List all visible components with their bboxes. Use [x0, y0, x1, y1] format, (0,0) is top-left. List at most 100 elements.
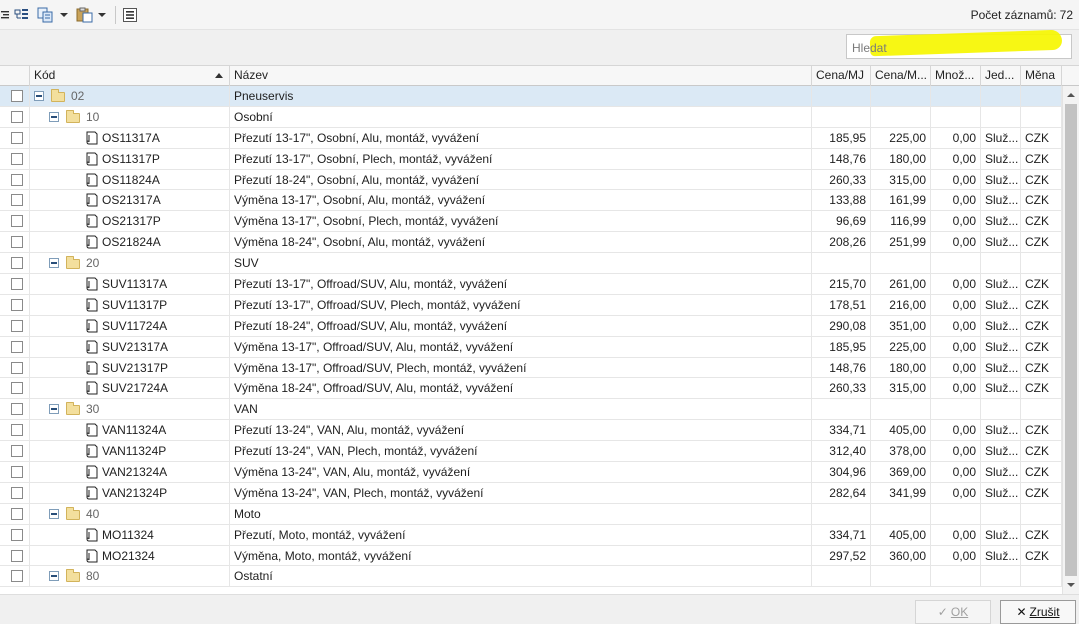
table-row[interactable]: VAN11324P Přezutí 13-24", VAN, Plech, mon… — [0, 441, 1062, 463]
table-row[interactable]: SUV11724A Přezutí 18-24", Offroad/SUV, Al… — [0, 315, 1062, 337]
tree-group-row[interactable]: 30 VAN — [0, 399, 1062, 421]
tree-view-icon[interactable] — [14, 6, 32, 24]
collapse-icon[interactable] — [49, 258, 59, 269]
scrollbar-thumb[interactable] — [1065, 104, 1077, 576]
cell-currency: CZK — [1021, 211, 1062, 232]
cell-checkbox — [0, 399, 30, 420]
cell-price-vat: 180,00 — [871, 357, 931, 378]
table-row[interactable]: VAN21324A Výměna 13-24", VAN, Alu, montáž… — [0, 462, 1062, 483]
tree-group-row[interactable]: 02 Pneuservis — [0, 86, 1062, 107]
row-checkbox[interactable] — [11, 340, 23, 353]
paste-dropdown-chevron-down-icon[interactable] — [98, 6, 108, 24]
cell-price-vat: 251,99 — [871, 232, 931, 253]
folder-icon — [66, 109, 80, 123]
table-row[interactable]: SUV11317P Přezutí 13-17", Offroad/SUV, Pl… — [0, 294, 1062, 316]
columns-menu-icon[interactable] — [123, 6, 139, 24]
row-checkbox[interactable] — [11, 445, 23, 458]
cancel-button[interactable]: ✕ Zrušit — [1000, 600, 1076, 624]
header-code[interactable]: Kód — [30, 66, 230, 86]
header-currency[interactable]: Měna — [1021, 66, 1062, 86]
cell-price: 297,52 — [812, 545, 871, 566]
paste-icon[interactable] — [76, 6, 98, 24]
cell-code: SUV21317A — [30, 336, 230, 357]
table-row[interactable]: OS11317A Přezutí 13-17", Osobní, Alu, mon… — [0, 127, 1062, 149]
table-row[interactable]: MO21324 Výměna, Moto, montáž, vyvážení 297… — [0, 545, 1062, 567]
search-input[interactable] — [846, 34, 1072, 59]
ok-button[interactable]: ✓ OK — [915, 600, 991, 624]
cell-name: Výměna 13-17", Offroad/SUV, Plech, montá… — [230, 357, 812, 378]
cell-name: Přezutí 13-24", VAN, Plech, montáž, vyvá… — [230, 441, 812, 462]
scroll-up-arrow-icon[interactable] — [1065, 88, 1077, 102]
collapse-icon[interactable] — [49, 111, 59, 122]
row-checkbox[interactable] — [11, 528, 23, 541]
header-name[interactable]: Název — [230, 66, 812, 86]
tree-group-row[interactable]: 80 Ostatní — [0, 566, 1062, 588]
table-row[interactable]: OS21317P Výměna 13-17", Osobní, Plech, mo… — [0, 211, 1062, 233]
collapse-icon[interactable] — [49, 404, 59, 415]
row-checkbox[interactable] — [11, 194, 23, 207]
row-checkbox[interactable] — [11, 257, 23, 270]
table-row[interactable]: OS21824A Výměna 18-24", Osobní, Alu, mont… — [0, 232, 1062, 254]
copy-icon[interactable] — [37, 6, 59, 24]
table-row[interactable]: VAN11324A Přezutí 13-24", VAN, Alu, montá… — [0, 420, 1062, 442]
row-checkbox[interactable] — [11, 486, 23, 499]
row-checkbox[interactable] — [11, 298, 23, 311]
vertical-scrollbar[interactable] — [1062, 86, 1079, 594]
row-checkbox[interactable] — [11, 215, 23, 228]
list-view-icon[interactable] — [0, 6, 12, 24]
tree-group-row[interactable]: 20 SUV — [0, 253, 1062, 275]
item-code: VAN11324A — [102, 423, 167, 438]
row-checkbox[interactable] — [11, 507, 23, 520]
table-row[interactable]: OS21317A Výměna 13-17", Osobní, Alu, mont… — [0, 190, 1062, 212]
cell-unit: Služ... — [981, 524, 1021, 545]
cell-currency — [1021, 399, 1062, 420]
row-checkbox[interactable] — [11, 382, 23, 395]
copy-dropdown-chevron-down-icon[interactable] — [60, 6, 70, 24]
group-code: 20 — [86, 256, 100, 271]
table-row[interactable]: SUV21317P Výměna 13-17", Offroad/SUV, Ple… — [0, 357, 1062, 379]
item-code: OS21824A — [102, 235, 161, 250]
row-checkbox[interactable] — [11, 110, 23, 123]
header-quantity[interactable]: Množ... — [931, 66, 981, 86]
row-checkbox[interactable] — [11, 152, 23, 165]
header-price-per-unit[interactable]: Cena/MJ — [812, 66, 871, 86]
row-checkbox[interactable] — [11, 173, 23, 186]
row-checkbox[interactable] — [11, 466, 23, 479]
collapse-icon[interactable] — [49, 571, 59, 582]
cell-currency: CZK — [1021, 148, 1062, 169]
row-checkbox[interactable] — [11, 549, 23, 562]
table-row[interactable]: VAN21324P Výměna 13-24", VAN, Plech, mont… — [0, 482, 1062, 504]
collapse-icon[interactable] — [34, 91, 44, 101]
table-row[interactable]: SUV21317A Výměna 13-17", Offroad/SUV, Alu… — [0, 336, 1062, 358]
tree-group-row[interactable]: 10 Osobní — [0, 106, 1062, 128]
table-row[interactable]: OS11317P Přezutí 13-17", Osobní, Plech, m… — [0, 148, 1062, 170]
table-row[interactable]: OS11824A Přezutí 18-24", Osobní, Alu, mon… — [0, 169, 1062, 191]
row-checkbox[interactable] — [11, 424, 23, 437]
cell-price-vat — [871, 503, 931, 524]
row-checkbox[interactable] — [11, 236, 23, 249]
cell-unit: Služ... — [981, 315, 1021, 336]
table-row[interactable]: SUV21724A Výměna 18-24", Offroad/SUV, Alu… — [0, 378, 1062, 400]
tree-group-row[interactable]: 40 Moto — [0, 503, 1062, 525]
row-checkbox[interactable] — [11, 319, 23, 332]
row-checkbox[interactable] — [11, 278, 23, 291]
table-row[interactable]: SUV11317A Přezutí 13-17", Offroad/SUV, Al… — [0, 274, 1062, 295]
cell-quantity: 0,00 — [931, 462, 981, 483]
collapse-icon[interactable] — [49, 508, 59, 519]
scroll-down-arrow-icon[interactable] — [1065, 578, 1077, 592]
cell-code: SUV11317P — [30, 294, 230, 315]
header-price-per-unit-vat[interactable]: Cena/M... — [871, 66, 931, 86]
cell-unit: Služ... — [981, 169, 1021, 190]
row-checkbox[interactable] — [11, 361, 23, 374]
header-checkbox-column[interactable] — [0, 66, 30, 86]
row-checkbox[interactable] — [11, 403, 23, 416]
row-checkbox[interactable] — [11, 131, 23, 144]
row-checkbox[interactable] — [11, 570, 23, 583]
row-checkbox[interactable] — [11, 90, 23, 102]
cell-checkbox — [0, 127, 30, 148]
table-row[interactable]: MO11324 Přezutí, Moto, montáž, vyvážení 33… — [0, 524, 1062, 546]
cell-price: 208,26 — [812, 232, 871, 253]
cell-price-vat: 225,00 — [871, 336, 931, 357]
header-unit[interactable]: Jed... — [981, 66, 1021, 86]
cell-name: Přezutí 13-17", Osobní, Plech, montáž, v… — [230, 148, 812, 169]
